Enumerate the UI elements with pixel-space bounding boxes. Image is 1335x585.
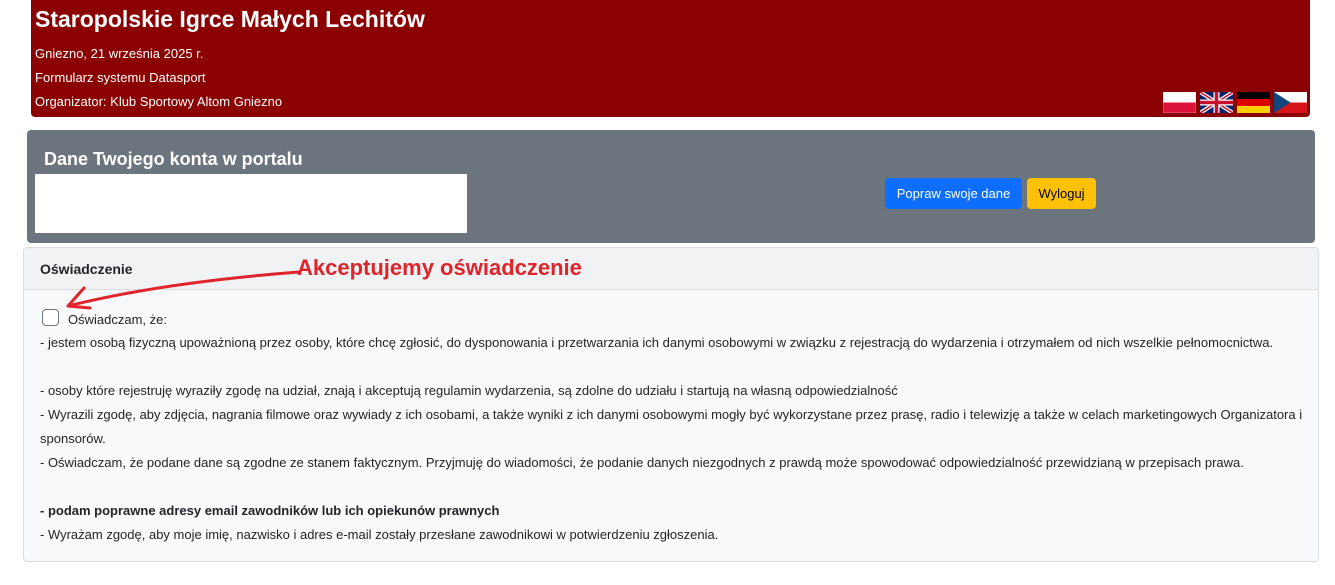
annotation-text: Akceptujemy oświadczenie	[297, 255, 582, 280]
page-header: Staropolskie Igrce Małych Lechitów Gniez…	[31, 0, 1310, 117]
account-info-box	[35, 174, 467, 233]
declaration-point: - osoby które rejestruję wyraziły zgodę …	[40, 383, 898, 398]
organizer: Organizator: Klub Sportowy Altom Gniezno	[35, 94, 283, 109]
gb-flag-icon[interactable]	[1200, 92, 1233, 113]
declaration-header: Oświadczenie Akceptujemy oświadczenie	[24, 248, 1318, 310]
event-title: Staropolskie Igrce Małych Lechitów	[35, 6, 425, 32]
account-title: Dane Twojego konta w portalu	[44, 149, 303, 169]
pl-flag-icon[interactable]	[1163, 92, 1196, 113]
account-panel: Dane Twojego konta w portalu Popraw swoj…	[27, 130, 1315, 243]
declaration-checkbox[interactable]	[42, 309, 59, 326]
edit-data-button[interactable]: Popraw swoje dane	[885, 178, 1022, 209]
declaration-point: - Wyrazili zgodę, aby zdjęcia, nagrania …	[40, 407, 1303, 446]
language-flags	[1163, 92, 1307, 113]
de-flag-icon[interactable]	[1237, 92, 1270, 113]
logout-button[interactable]: Wyloguj	[1027, 178, 1096, 209]
annotation-arrow-icon	[66, 270, 301, 310]
form-name: Formularz systemu Datasport	[35, 70, 206, 85]
declaration-point-bold: - podam poprawne adresy email zawodników…	[40, 503, 500, 518]
checkbox-label[interactable]: Oświadczam, że:	[68, 312, 167, 327]
declaration-point: - jestem osobą fizyczną upoważnioną prze…	[40, 335, 1274, 350]
declaration-point: - Oświadczam, że podane dane są zgodne z…	[40, 455, 1244, 470]
declaration-point: - Wyrażam zgodę, aby moje imię, nazwisko…	[40, 527, 719, 542]
cz-flag-icon[interactable]	[1274, 92, 1307, 113]
declaration-card: Oświadczenie Akceptujemy oświadczenie Oś…	[23, 247, 1319, 562]
event-date: Gniezno, 21 września 2025 r.	[35, 46, 204, 61]
